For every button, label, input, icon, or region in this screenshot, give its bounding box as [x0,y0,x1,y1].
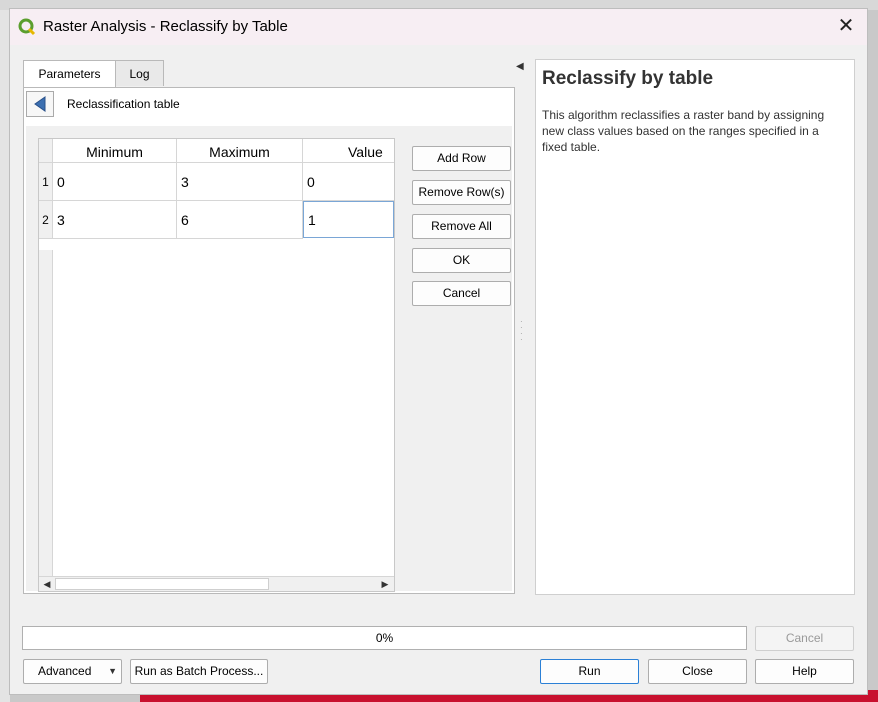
reclassify-dialog: Raster Analysis - Reclassify by Table ✕ … [9,8,868,695]
parameters-panel: Reclassification table Minimum Maximum V… [23,87,515,594]
scroll-left-icon[interactable]: ◀ [40,578,54,590]
collapse-help-icon[interactable]: ◀ [516,61,524,72]
window-title: Raster Analysis - Reclassify by Table [43,18,288,35]
close-icon[interactable]: ✕ [835,15,857,37]
column-header-maximum[interactable]: Maximum [177,139,303,163]
help-text: This algorithm reclassifies a raster ban… [542,108,825,154]
remove-all-button[interactable]: Remove All [412,214,511,239]
chevron-down-icon: ▼ [108,666,117,676]
row-header-area [39,250,53,580]
horizontal-scrollbar[interactable]: ◀ ▶ [39,576,394,591]
tab-parameters[interactable]: Parameters [23,60,116,88]
tab-log[interactable]: Log [115,60,164,86]
progress-bar: 0% [22,626,747,650]
table-cell-value[interactable]: 0 [303,163,394,201]
breadcrumb: Reclassification table [67,97,180,111]
ok-button[interactable]: OK [412,248,511,273]
table-corner[interactable] [39,139,53,163]
run-button[interactable]: Run [540,659,639,684]
back-button[interactable] [26,91,54,117]
table-cancel-button[interactable]: Cancel [412,281,511,306]
remove-rows-button[interactable]: Remove Row(s) [412,180,511,205]
splitter-handle[interactable]: · · · · [520,318,524,344]
title-bar: Raster Analysis - Reclassify by Table ✕ [10,9,867,45]
add-row-button[interactable]: Add Row [412,146,511,171]
row-header[interactable]: 1 [39,163,53,201]
help-panel: Reclassify by table This algorithm recla… [535,59,855,595]
qgis-icon [18,18,36,36]
row-header[interactable]: 2 [39,201,53,239]
advanced-button[interactable]: Advanced ▼ [23,659,122,684]
table-editor: Minimum Maximum Value 1 0 3 0 2 3 6 1 ◀ … [26,126,512,592]
batch-process-button[interactable]: Run as Batch Process... [130,659,268,684]
reclass-table: Minimum Maximum Value 1 0 3 0 2 3 6 1 ◀ … [38,138,395,592]
table-cell-maximum[interactable]: 6 [177,201,303,239]
table-cell-maximum[interactable]: 3 [177,163,303,201]
back-arrow-icon [34,96,46,112]
column-header-minimum[interactable]: Minimum [53,139,177,163]
advanced-label: Advanced [38,664,92,678]
table-cell-minimum[interactable]: 3 [53,201,177,239]
help-button[interactable]: Help [755,659,854,684]
progress-label: 0% [375,631,394,645]
scroll-thumb[interactable] [55,578,269,590]
cancel-button[interactable]: Cancel [755,626,854,651]
table-cell-minimum[interactable]: 0 [53,163,177,201]
help-title: Reclassify by table [542,68,714,89]
column-header-value[interactable]: Value [303,139,394,163]
close-button[interactable]: Close [648,659,747,684]
scroll-right-icon[interactable]: ▶ [378,578,392,590]
table-cell-value-selected[interactable]: 1 [303,201,394,238]
